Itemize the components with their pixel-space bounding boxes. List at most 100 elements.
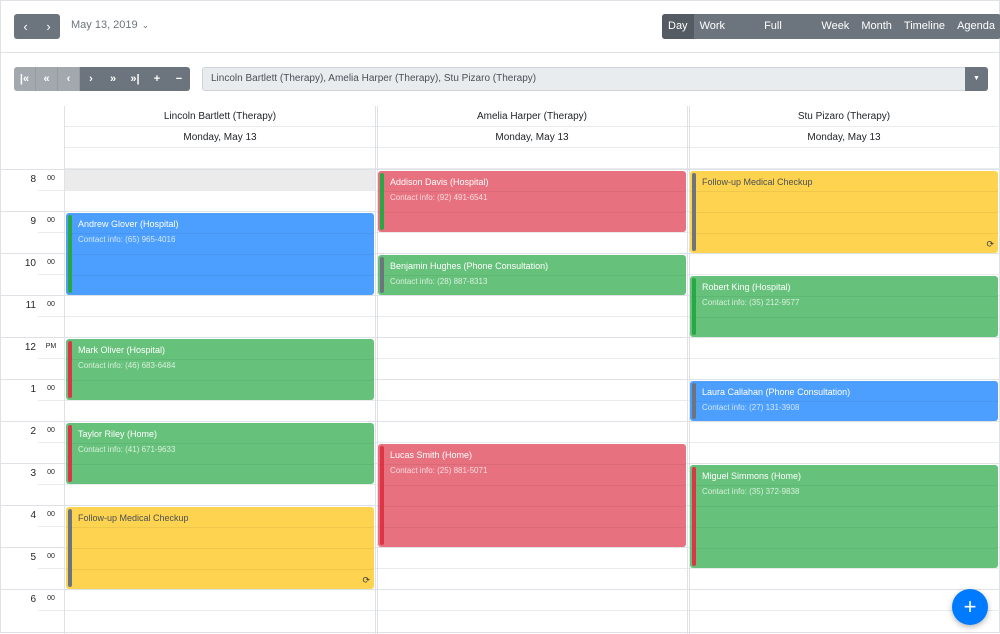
- appointment-title: Taylor Riley (Home): [78, 429, 158, 439]
- next-page-button[interactable]: »: [102, 67, 124, 91]
- resource-header: Lincoln Bartlett (Therapy): [64, 106, 376, 127]
- appointment[interactable]: Miguel Simmons (Home) Contact info: (35) …: [690, 465, 998, 568]
- appointment-contact: Contact info: (41) 671-9633: [78, 445, 176, 454]
- first-resource-icon: |«: [19, 73, 30, 85]
- chevron-down-icon: ⌄: [141, 20, 150, 30]
- status-bar: [380, 257, 384, 293]
- hour-line: [1, 589, 1000, 590]
- prev-resource-button[interactable]: ‹: [58, 67, 80, 91]
- appointment[interactable]: Lucas Smith (Home) Contact info: (25) 881…: [378, 444, 686, 547]
- view-tab-full-week[interactable]: Full Week: [758, 14, 815, 39]
- appointment-title: Follow-up Medical Checkup: [78, 513, 189, 523]
- status-bar: [68, 425, 72, 482]
- next-resource-icon: ›: [89, 73, 93, 85]
- next-page-icon: »: [109, 73, 117, 85]
- appointment-title: Lucas Smith (Home): [390, 450, 473, 460]
- recurrence-icon: ⟳: [362, 575, 370, 585]
- hour-label: 3: [30, 468, 36, 479]
- column-divider: [375, 106, 376, 634]
- status-bar: [68, 215, 72, 293]
- prev-page-icon: «: [43, 73, 50, 85]
- appointment[interactable]: Andrew Glover (Hospital) Contact info: (6…: [66, 213, 374, 295]
- scheduler: ‹ › May 13, 2019⌄ DayWork WeekFull WeekW…: [0, 0, 1000, 634]
- date-header: Monday, May 13: [688, 127, 1000, 148]
- hour-label: 10: [24, 258, 36, 269]
- view-tab-month[interactable]: Month: [855, 14, 898, 39]
- minute-label: 00: [47, 427, 55, 434]
- hour-label: 4: [30, 510, 36, 521]
- hour-line: [1, 421, 1000, 422]
- minute-label: PM: [45, 343, 57, 350]
- status-bar: [692, 383, 696, 419]
- last-resource-button[interactable]: »|: [124, 67, 146, 91]
- prev-date-button[interactable]: ‹: [14, 14, 37, 39]
- minute-label: 00: [47, 553, 55, 560]
- hour-line: [1, 337, 1000, 338]
- appointment-title: Robert King (Hospital): [702, 282, 791, 292]
- hour-label: 5: [30, 552, 36, 563]
- appointment-title: Benjamin Hughes (Phone Consultation): [390, 261, 549, 271]
- next-resource-button[interactable]: ›: [80, 67, 102, 91]
- minute-label: 00: [47, 259, 55, 266]
- appointment-title: Addison Davis (Hospital): [390, 177, 489, 187]
- date-picker[interactable]: May 13, 2019 ⌄: [71, 19, 149, 31]
- appointment[interactable]: Follow-up Medical Checkup ⟳: [690, 171, 998, 253]
- status-bar: [692, 467, 696, 566]
- appointment-contact: Contact info: (28) 887-8313: [390, 277, 488, 286]
- add-resource-button[interactable]: +: [146, 67, 168, 91]
- appointment-contact: Contact info: (46) 683-6484: [78, 361, 176, 370]
- view-tab-day[interactable]: Day: [662, 14, 694, 39]
- appointment-contact: Contact info: (92) 491-6541: [390, 193, 488, 202]
- appointment[interactable]: Addison Davis (Hospital) Contact info: (9…: [378, 171, 686, 232]
- appointment[interactable]: Laura Callahan (Phone Consultation) Conta…: [690, 381, 998, 421]
- minute-label: 00: [47, 175, 55, 182]
- status-bar: [68, 509, 72, 587]
- add-resource-icon: +: [153, 73, 161, 85]
- resource-select[interactable]: Lincoln Bartlett (Therapy), Amelia Harpe…: [202, 67, 988, 91]
- appointment-contact: Contact info: (25) 881-5071: [390, 466, 488, 475]
- hour-label: 2: [30, 426, 36, 437]
- status-bar: [380, 446, 384, 545]
- top-toolbar: ‹ › May 13, 2019⌄ DayWork WeekFull WeekW…: [1, 1, 1000, 53]
- remove-resource-icon: −: [175, 73, 183, 85]
- appointment-contact: Contact info: (35) 212-9577: [702, 298, 800, 307]
- appointment[interactable]: Benjamin Hughes (Phone Consultation) Cont…: [378, 255, 686, 295]
- view-tab-agenda[interactable]: Agenda: [951, 14, 1000, 39]
- all-day-cell[interactable]: [64, 148, 376, 169]
- appointment-title: Follow-up Medical Checkup: [702, 177, 813, 187]
- unavailable-slot: [65, 170, 376, 190]
- status-bar: [68, 341, 72, 398]
- appointment-contact: Contact info: (27) 131-3908: [702, 403, 800, 412]
- appointment-title: Andrew Glover (Hospital): [78, 219, 179, 229]
- dropdown-caret-icon[interactable]: ▼: [965, 67, 988, 91]
- minute-label: 00: [47, 469, 55, 476]
- appointment[interactable]: Mark Oliver (Hospital) Contact info: (46)…: [66, 339, 374, 400]
- appointment-title: Laura Callahan (Phone Consultation): [702, 387, 851, 397]
- status-bar: [692, 278, 696, 335]
- hour-label: 11: [25, 300, 36, 311]
- prev-page-button[interactable]: «: [36, 67, 58, 91]
- view-tab-week[interactable]: Week: [815, 14, 855, 39]
- appointment[interactable]: Taylor Riley (Home) Contact info: (41) 67…: [66, 423, 374, 484]
- all-day-cell[interactable]: [688, 148, 1000, 169]
- minute-label: 00: [47, 511, 55, 518]
- view-tab-timeline[interactable]: Timeline: [898, 14, 951, 39]
- status-bar: [692, 173, 696, 251]
- resource-navigation: |« « ‹ › » »| + −: [14, 67, 190, 91]
- status-bar: [380, 173, 384, 230]
- appointment[interactable]: Robert King (Hospital) Contact info: (35)…: [690, 276, 998, 337]
- add-event-button[interactable]: +: [952, 589, 988, 625]
- next-date-button[interactable]: ›: [37, 14, 60, 39]
- first-resource-button[interactable]: |«: [14, 67, 36, 91]
- resource-select-value: Lincoln Bartlett (Therapy), Amelia Harpe…: [211, 73, 537, 84]
- appointment[interactable]: Follow-up Medical Checkup ⟳: [66, 507, 374, 589]
- all-day-cell[interactable]: [376, 148, 688, 169]
- remove-resource-button[interactable]: −: [168, 67, 190, 91]
- hour-label: 6: [30, 594, 36, 605]
- hour-label: 1: [30, 384, 36, 395]
- minute-label: 00: [47, 595, 55, 602]
- appointment-contact: Contact info: (35) 372-9838: [702, 487, 800, 496]
- hour-label: 9: [30, 216, 36, 227]
- hour-label: 12: [24, 342, 36, 353]
- view-tab-work-week[interactable]: Work Week: [694, 14, 759, 39]
